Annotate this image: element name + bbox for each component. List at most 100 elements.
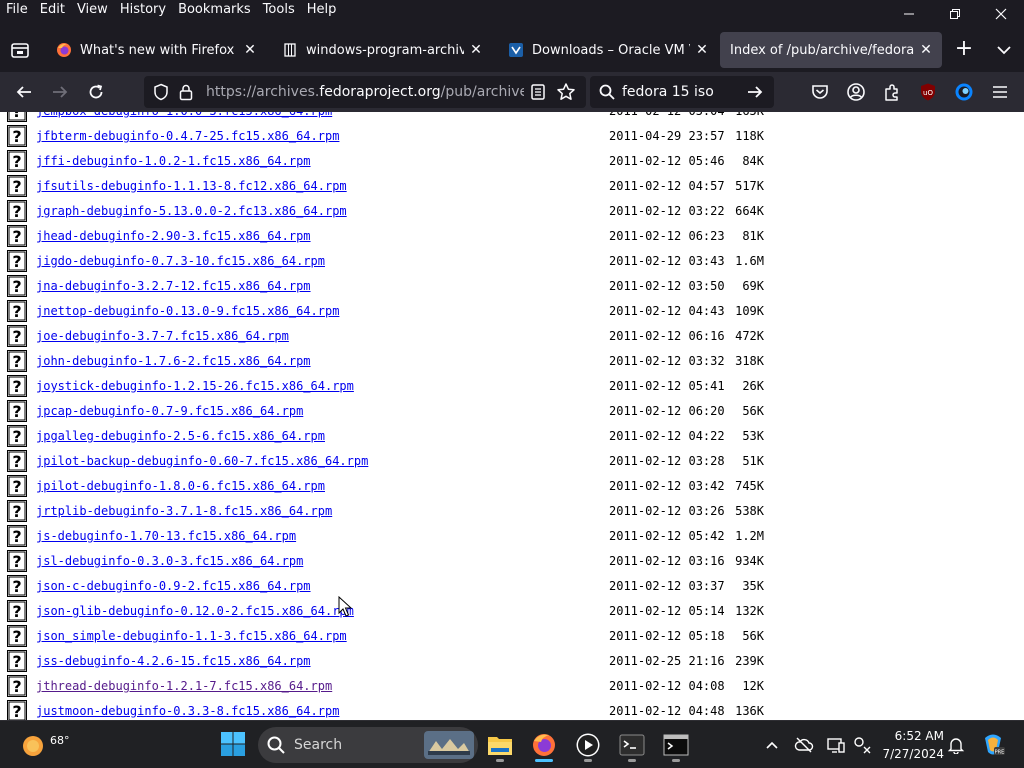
- file-link[interactable]: jthread-debuginfo-1.2.1-7.fc15.x86_64.rp…: [36, 679, 332, 693]
- file-link[interactable]: jfbterm-debuginfo-0.4.7-25.fc15.x86_64.r…: [36, 129, 339, 143]
- svg-text:?: ?: [12, 577, 21, 596]
- file-link[interactable]: json-c-debuginfo-0.9-2.fc15.x86_64.rpm: [36, 579, 311, 593]
- lock-icon[interactable]: [178, 83, 194, 101]
- menu-help[interactable]: Help: [301, 0, 343, 28]
- reload-button[interactable]: [82, 78, 110, 106]
- notifications-button[interactable]: [944, 733, 968, 757]
- file-date: 2011-02-12 05:18: [609, 629, 725, 643]
- menu-file[interactable]: File: [0, 0, 34, 28]
- file-link[interactable]: joystick-debuginfo-1.2.15-26.fc15.x86_64…: [36, 379, 354, 393]
- file-link[interactable]: jempbox-debuginfo-1.0.0-3.fc15.x86_64.rp…: [36, 112, 332, 118]
- svg-text:?: ?: [12, 302, 21, 321]
- file-link[interactable]: jpilot-debuginfo-1.8.0-6.fc15.x86_64.rpm: [36, 479, 325, 493]
- close-tab-icon[interactable]: ✕: [464, 38, 488, 62]
- file-link[interactable]: john-debuginfo-1.7.6-2.fc15.x86_64.rpm: [36, 354, 311, 368]
- menu-tools[interactable]: Tools: [257, 0, 301, 28]
- cloud-offline-icon: [794, 737, 814, 753]
- start-button[interactable]: [220, 731, 246, 757]
- search-bar[interactable]: fedora 15 iso: [590, 76, 774, 108]
- page-content[interactable]: ? jempbox-debuginfo-1.0.0-3.fc15.x86_64.…: [0, 112, 1024, 720]
- file-link[interactable]: json-glib-debuginfo-0.12.0-2.fc15.x86_64…: [36, 604, 354, 618]
- firefox-view-button[interactable]: [8, 38, 32, 62]
- file-link[interactable]: js-debuginfo-1.70-13.fc15.x86_64.rpm: [36, 529, 296, 543]
- file-link[interactable]: jhead-debuginfo-2.90-3.fc15.x86_64.rpm: [36, 229, 311, 243]
- taskbar-command-prompt[interactable]: [658, 727, 694, 763]
- close-window-button[interactable]: [978, 0, 1024, 28]
- search-input[interactable]: fedora 15 iso: [622, 84, 714, 100]
- svg-text:uO: uO: [923, 89, 933, 97]
- browser-extension-button[interactable]: [950, 78, 978, 106]
- taskbar-search-box[interactable]: Search: [258, 727, 478, 763]
- close-tab-icon[interactable]: ✕: [914, 38, 938, 62]
- tab-windows-program-archive[interactable]: windows-program-archive directory ✕: [270, 32, 492, 68]
- svg-text:?: ?: [12, 227, 21, 246]
- firefox-icon: [533, 734, 555, 756]
- file-link[interactable]: jpcap-debuginfo-0.7-9.fc15.x86_64.rpm: [36, 404, 303, 418]
- ublock-origin-button[interactable]: uO: [914, 78, 942, 106]
- file-size: 1.2M: [735, 529, 764, 543]
- unknown-file-icon: ?: [7, 250, 27, 272]
- menu-history[interactable]: History: [114, 0, 172, 28]
- taskbar-media-player[interactable]: [570, 727, 606, 763]
- app-menu-button[interactable]: [986, 78, 1014, 106]
- file-link[interactable]: jigdo-debuginfo-0.7.3-10.fc15.x86_64.rpm: [36, 254, 325, 268]
- file-link[interactable]: jpgalleg-debuginfo-2.5-6.fc15.x86_64.rpm: [36, 429, 325, 443]
- file-link[interactable]: jsl-debuginfo-0.3.0-3.fc15.x86_64.rpm: [36, 554, 303, 568]
- table-row: ? json-glib-debuginfo-0.12.0-2.fc15.x86_…: [0, 598, 1024, 623]
- reader-view-icon[interactable]: [530, 83, 546, 101]
- new-tab-button[interactable]: +: [950, 36, 978, 64]
- menu-view[interactable]: View: [71, 0, 114, 28]
- search-go-arrow-icon[interactable]: [746, 83, 764, 101]
- close-tab-icon[interactable]: ✕: [238, 38, 262, 62]
- tracking-protection-shield-icon[interactable]: [152, 83, 170, 101]
- bookmark-star-icon[interactable]: [556, 82, 576, 102]
- file-size: 56K: [742, 629, 764, 643]
- extensions-button[interactable]: [878, 78, 906, 106]
- file-link[interactable]: jrtplib-debuginfo-3.7.1-8.fc15.x86_64.rp…: [36, 504, 332, 518]
- taskbar-terminal[interactable]: [614, 727, 650, 763]
- file-link[interactable]: jffi-debuginfo-1.0.2-1.fc15.x86_64.rpm: [36, 154, 311, 168]
- menu-edit[interactable]: Edit: [34, 0, 71, 28]
- minimize-button[interactable]: [886, 0, 932, 28]
- tray-device-icon[interactable]: [824, 733, 848, 757]
- file-link[interactable]: jpilot-backup-debuginfo-0.60-7.fc15.x86_…: [36, 454, 368, 468]
- list-all-tabs-button[interactable]: [990, 36, 1018, 64]
- tab-whats-new[interactable]: What's new with Firefox ✕: [44, 32, 266, 68]
- display-device-icon: [827, 738, 845, 753]
- file-link[interactable]: jfsutils-debuginfo-1.1.13-8.fc12.x86_64.…: [36, 179, 347, 193]
- file-link[interactable]: justmoon-debuginfo-0.3.3-8.fc15.x86_64.r…: [36, 704, 339, 718]
- table-row: ? jss-debuginfo-4.2.6-15.fc15.x86_64.rpm…: [0, 648, 1024, 673]
- weather-temperature: 68°: [50, 734, 70, 747]
- unknown-file-icon: ?: [7, 125, 27, 147]
- file-link[interactable]: jna-debuginfo-3.2.7-12.fc15.x86_64.rpm: [36, 279, 311, 293]
- file-size: 745K: [735, 479, 764, 493]
- tab-fedora-index[interactable]: Index of /pub/archive/fedora/linux/ ✕: [720, 32, 942, 68]
- url-bar[interactable]: https://archives.fedoraproject.org/pub/a…: [144, 76, 586, 108]
- forward-button[interactable]: [46, 78, 74, 106]
- file-link[interactable]: json_simple-debuginfo-1.1-3.fc15.x86_64.…: [36, 629, 347, 643]
- back-button[interactable]: [10, 78, 38, 106]
- terminal-icon: [619, 734, 645, 756]
- show-hidden-icons-button[interactable]: [760, 733, 784, 757]
- taskbar-firefox[interactable]: [526, 727, 562, 763]
- restore-button[interactable]: [932, 0, 978, 28]
- pocket-button[interactable]: [806, 78, 834, 106]
- taskbar-file-explorer[interactable]: [482, 727, 518, 763]
- menu-bookmarks[interactable]: Bookmarks: [172, 0, 257, 28]
- url-prefix: https://archives.: [206, 84, 320, 100]
- weather-widget[interactable]: 68°: [18, 727, 70, 763]
- url-text[interactable]: https://archives.fedoraproject.org/pub/a…: [206, 84, 524, 100]
- running-indicator: [672, 759, 680, 762]
- file-link[interactable]: jgraph-debuginfo-5.13.0.0-2.fc13.x86_64.…: [36, 204, 347, 218]
- system-clock[interactable]: 6:52 AM 7/27/2024: [880, 727, 944, 763]
- file-link[interactable]: jnettop-debuginfo-0.13.0-9.fc15.x86_64.r…: [36, 304, 339, 318]
- tray-network-status[interactable]: [792, 733, 816, 757]
- copilot-button[interactable]: PRE: [978, 733, 1008, 757]
- close-tab-icon[interactable]: ✕: [690, 38, 714, 62]
- file-link[interactable]: joe-debuginfo-3.7-7.fc15.x86_64.rpm: [36, 329, 289, 343]
- tray-network-volume[interactable]: [850, 733, 874, 757]
- tab-virtualbox-downloads[interactable]: Downloads – Oracle VM VirtualBox ✕: [496, 32, 718, 68]
- file-link[interactable]: jss-debuginfo-4.2.6-15.fc15.x86_64.rpm: [36, 654, 311, 668]
- account-button[interactable]: [842, 78, 870, 106]
- search-icon: [599, 84, 615, 100]
